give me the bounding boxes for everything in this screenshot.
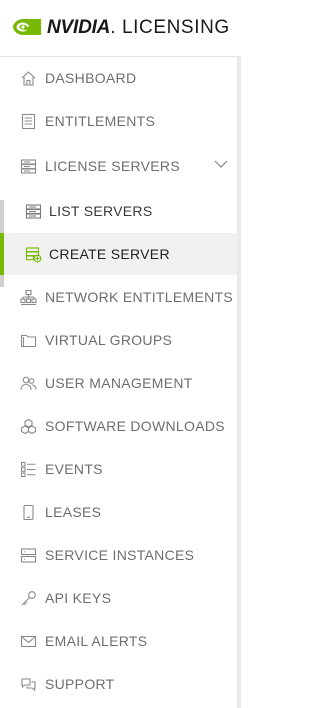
sidebar-item-user-management[interactable]: USER MANAGEMENT	[0, 362, 237, 404]
sidebar-item-label: ENTITLEMENTS	[45, 113, 156, 129]
chevron-down-icon[interactable]	[214, 159, 228, 169]
sidebar-item-events[interactable]: EVENTS	[0, 448, 237, 490]
sidebar-item-leases[interactable]: LEASES	[0, 491, 237, 533]
sidebar-item-api-keys[interactable]: API KEYS	[0, 577, 237, 619]
sidebar-item-license-servers[interactable]: LICENSE SERVERS	[0, 145, 237, 187]
nvidia-logo-icon	[13, 19, 41, 35]
sidebar-item-support[interactable]: SUPPORT	[0, 663, 237, 705]
sidebar-item-service-instances[interactable]: SERVICE INSTANCES	[0, 534, 237, 576]
sidebar-item-label: EMAIL ALERTS	[45, 633, 148, 649]
sidebar-item-dashboard[interactable]: DASHBOARD	[0, 57, 237, 99]
scrollbar-track[interactable]	[237, 57, 241, 708]
users-icon	[20, 375, 37, 392]
brand-name-rest: . LICENSING	[110, 17, 230, 38]
cubes-icon	[20, 418, 37, 435]
key-icon	[20, 590, 37, 607]
sidebar-item-label: SUPPORT	[45, 676, 115, 692]
brand-wordmark: NVIDIA. LICENSING	[47, 17, 230, 39]
sidebar-item-label: SERVICE INSTANCES	[45, 547, 195, 563]
sidebar-item-label: EVENTS	[45, 461, 103, 477]
sidebar-item-create-server[interactable]: CREATE SERVER	[0, 233, 237, 275]
sidebar-item-label: DASHBOARD	[45, 70, 137, 86]
sidebar-item-label: VIRTUAL GROUPS	[45, 332, 173, 348]
sidebar-item-label: SOFTWARE DOWNLOADS	[45, 418, 225, 434]
envelope-icon	[20, 633, 37, 650]
sidebar-item-label: API KEYS	[45, 590, 112, 606]
sidebar-item-label: LEASES	[45, 504, 102, 520]
create-server-icon	[25, 246, 42, 263]
folder-icon	[20, 332, 37, 349]
chat-icon	[20, 676, 37, 693]
sidebar-item-label: CREATE SERVER	[49, 246, 170, 262]
instances-icon	[20, 547, 37, 564]
sidebar-item-software-downloads[interactable]: SOFTWARE DOWNLOADS	[0, 405, 237, 447]
sidebar-item-list-servers[interactable]: LIST SERVERS	[0, 190, 237, 232]
sidebar-item-label: USER MANAGEMENT	[45, 375, 193, 391]
sidebar-item-label: NETWORK ENTITLEMENTS	[45, 289, 234, 305]
network-icon	[20, 289, 37, 306]
sidebar-item-network-entitlements[interactable]: NETWORK ENTITLEMENTS	[0, 276, 237, 318]
events-list-icon	[20, 461, 37, 478]
phone-icon	[20, 504, 37, 521]
sidebar-item-email-alerts[interactable]: EMAIL ALERTS	[0, 620, 237, 662]
sidebar-item-virtual-groups[interactable]: VIRTUAL GROUPS	[0, 319, 237, 361]
sidebar-item-label: LIST SERVERS	[49, 203, 153, 219]
sidebar-item-label: LICENSE SERVERS	[45, 158, 180, 174]
brand-name-bold: NVIDIA	[47, 17, 111, 38]
sidebar-item-entitlements[interactable]: ENTITLEMENTS	[0, 100, 237, 142]
server-list-icon	[25, 203, 42, 220]
list-doc-icon	[20, 113, 37, 130]
brand-header: NVIDIA. LICENSING	[0, 0, 241, 54]
home-icon	[20, 70, 37, 87]
server-stack-icon	[20, 158, 37, 175]
